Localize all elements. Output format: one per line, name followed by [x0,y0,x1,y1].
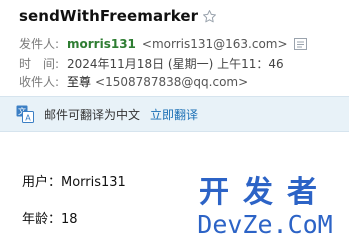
time-label: 时 间: [19,57,60,71]
translate-icon: 文 A [16,105,34,123]
email-header: sendWithFreemarker 发件人: morris131 <morri… [0,0,349,96]
sender-row: 发件人: morris131 <morris131@163.com> [19,35,307,52]
time-value: 2024年11月18日 (星期一) 上午11：46 [67,57,284,71]
recipient-name[interactable]: 至尊 [67,73,91,90]
watermark-top: 开发者 [199,175,331,210]
sender-email: <morris131@163.com> [141,36,288,51]
sender-label: 发件人: [19,37,60,51]
translate-message: 邮件可翻译为中文 [44,107,141,122]
age-line: 年龄：18 [22,212,78,227]
svg-text:A: A [25,113,31,122]
user-line: 用户：Morris131 [22,175,126,190]
sender-name[interactable]: morris131 [67,37,136,51]
recipient-label: 收件人: [19,75,60,89]
recipient-row: 收件人: 至尊 <1508787838@qq.com> [19,73,248,90]
translate-bar: 文 A 邮件可翻译为中文 立即翻译 [0,96,349,132]
star-icon[interactable] [202,9,217,24]
contact-card-icon[interactable] [293,37,307,50]
time-row: 时 间: 2024年11月18日 (星期一) 上午11：46 [19,55,284,72]
subject-row: sendWithFreemarker [19,7,217,25]
translate-now-link[interactable]: 立即翻译 [150,106,198,123]
recipient-email: <1508787838@qq.com> [95,74,249,89]
site-watermark: 开发者 DevZe.CoM [187,178,343,244]
watermark-bottom: DevZe.CoM [197,210,333,239]
email-subject: sendWithFreemarker [19,7,199,25]
